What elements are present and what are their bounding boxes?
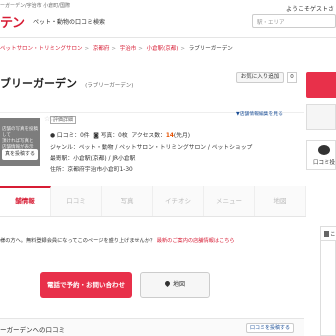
header-crumb: ーガーデン/宇治市 小倉町/国際 bbox=[0, 3, 70, 9]
map-button-label: 地図 bbox=[172, 281, 185, 288]
breadcrumb-current: ラブリーガーデン bbox=[188, 46, 233, 52]
site-header: ーガーデン/宇治市 小倉町/国際 テン ペット・動物の口コミ検索 ようこそゲスト… bbox=[0, 0, 336, 40]
add-favorite-button[interactable]: お気に入り追加 bbox=[236, 72, 284, 83]
post-review-link[interactable]: 口コミを投稿する bbox=[246, 323, 294, 333]
photo-count: 写真：0枚 bbox=[100, 133, 128, 139]
right-action-button[interactable] bbox=[306, 72, 336, 98]
site-logo[interactable]: テン bbox=[0, 12, 25, 31]
map-button[interactable]: 地図 bbox=[140, 272, 210, 298]
breadcrumb: ペットサロン・トリミングサロン > 京都府 > 宇治市 > 小倉駅(京都) > ラブリー… bbox=[0, 46, 233, 52]
tab-reviews[interactable]: 口コミ bbox=[51, 186, 102, 216]
speech-bubble-icon bbox=[318, 145, 330, 155]
site-tagline: ペット・動物の口コミ検索 bbox=[33, 19, 106, 26]
notice-link[interactable]: 最新のご案内の店舗情報はこちら bbox=[157, 238, 235, 244]
breadcrumb-item[interactable]: ペットサロン・トリミングサロン bbox=[0, 46, 83, 52]
shop-kana: (ラブリーガーデン) bbox=[85, 83, 134, 89]
review-count: 口コミ：0件 bbox=[56, 133, 90, 139]
map-pin-icon bbox=[163, 279, 172, 288]
favorite-count: 0 bbox=[287, 72, 297, 83]
post-review-button[interactable]: 口コミ投 bbox=[306, 140, 336, 170]
welcome-text: ようこそゲストさ bbox=[285, 6, 334, 13]
access-count: 14 bbox=[165, 133, 174, 139]
page-title: ブリーガーデン bbox=[0, 77, 77, 90]
owner-notice: 様の方へ。無料登録会員になってこのページを盛り上げませんか？ 最新のご案内の店舗… bbox=[0, 237, 235, 244]
breadcrumb-item[interactable]: 小倉駅(京都) bbox=[147, 46, 179, 52]
post-photo-button[interactable]: 真を投稿する bbox=[2, 149, 38, 160]
rating-detail-badge[interactable]: 評価詳細 bbox=[50, 116, 77, 124]
side-panel-label: この bbox=[330, 232, 336, 238]
right-secondary-button[interactable] bbox=[306, 104, 336, 130]
shop-title-row: ブリーガーデン (ラブリーガーデン) bbox=[0, 72, 133, 91]
header-divider bbox=[0, 37, 336, 38]
tab-map[interactable]: 地図 bbox=[255, 186, 306, 216]
tab-info[interactable]: 舗情報 bbox=[0, 186, 51, 216]
reviews-heading: ーガーデンへの口コミ bbox=[0, 326, 65, 334]
area-search-input[interactable]: 駅・エリア bbox=[252, 14, 336, 28]
station-line: 最寄駅：小倉駅(京都) / JR小倉駅 bbox=[50, 156, 136, 162]
notice-text: 様の方へ。無料登録会員になってこのページを盛り上げませんか？ bbox=[0, 238, 156, 244]
tabs-divider bbox=[0, 216, 306, 217]
shop-stats: ● 口コミ：0件 ◙ 写真：0枚 アクセス数：14(先月) bbox=[50, 130, 190, 139]
reviews-section: ーガーデンへの口コミ 口コミを投稿する bbox=[0, 318, 304, 336]
genre-line: ジャンル：ペット・動物 / ペットサロン・トリミングサロン / ペットショップ bbox=[50, 145, 253, 151]
breadcrumb-item[interactable]: 宇治市 bbox=[120, 46, 137, 52]
tab-photos[interactable]: 写真 bbox=[102, 186, 153, 216]
breadcrumb-item[interactable]: 京都府 bbox=[93, 46, 110, 52]
review-icon: ● bbox=[50, 133, 56, 139]
address-line: 住所：京都府宇治市小倉町1-30 bbox=[50, 167, 133, 173]
edit-info-link[interactable]: ▼店舗情報編集を見る bbox=[236, 110, 283, 117]
access-suffix: (先月) bbox=[173, 133, 191, 139]
post-review-label: 口コミ投 bbox=[313, 160, 336, 166]
photo-placeholder: 店舗の写真を投稿して 頂ければ写真と 店舗情報が表示 されます 真を投稿する bbox=[0, 118, 40, 166]
panel-icon bbox=[324, 231, 329, 237]
call-reservation-button[interactable]: 電話で予約・お問い合わせ bbox=[40, 272, 132, 298]
camera-icon: ◙ bbox=[93, 133, 99, 139]
access-label: アクセス数： bbox=[131, 133, 166, 139]
shop-tabs: 舗情報 口コミ 写真 イチオシ メニュー 地図 bbox=[0, 186, 306, 216]
side-panel-header: この bbox=[321, 227, 336, 241]
tab-recommend[interactable]: イチオシ bbox=[153, 186, 204, 216]
tab-menu[interactable]: メニュー bbox=[204, 186, 255, 216]
side-panel: この bbox=[320, 226, 336, 336]
